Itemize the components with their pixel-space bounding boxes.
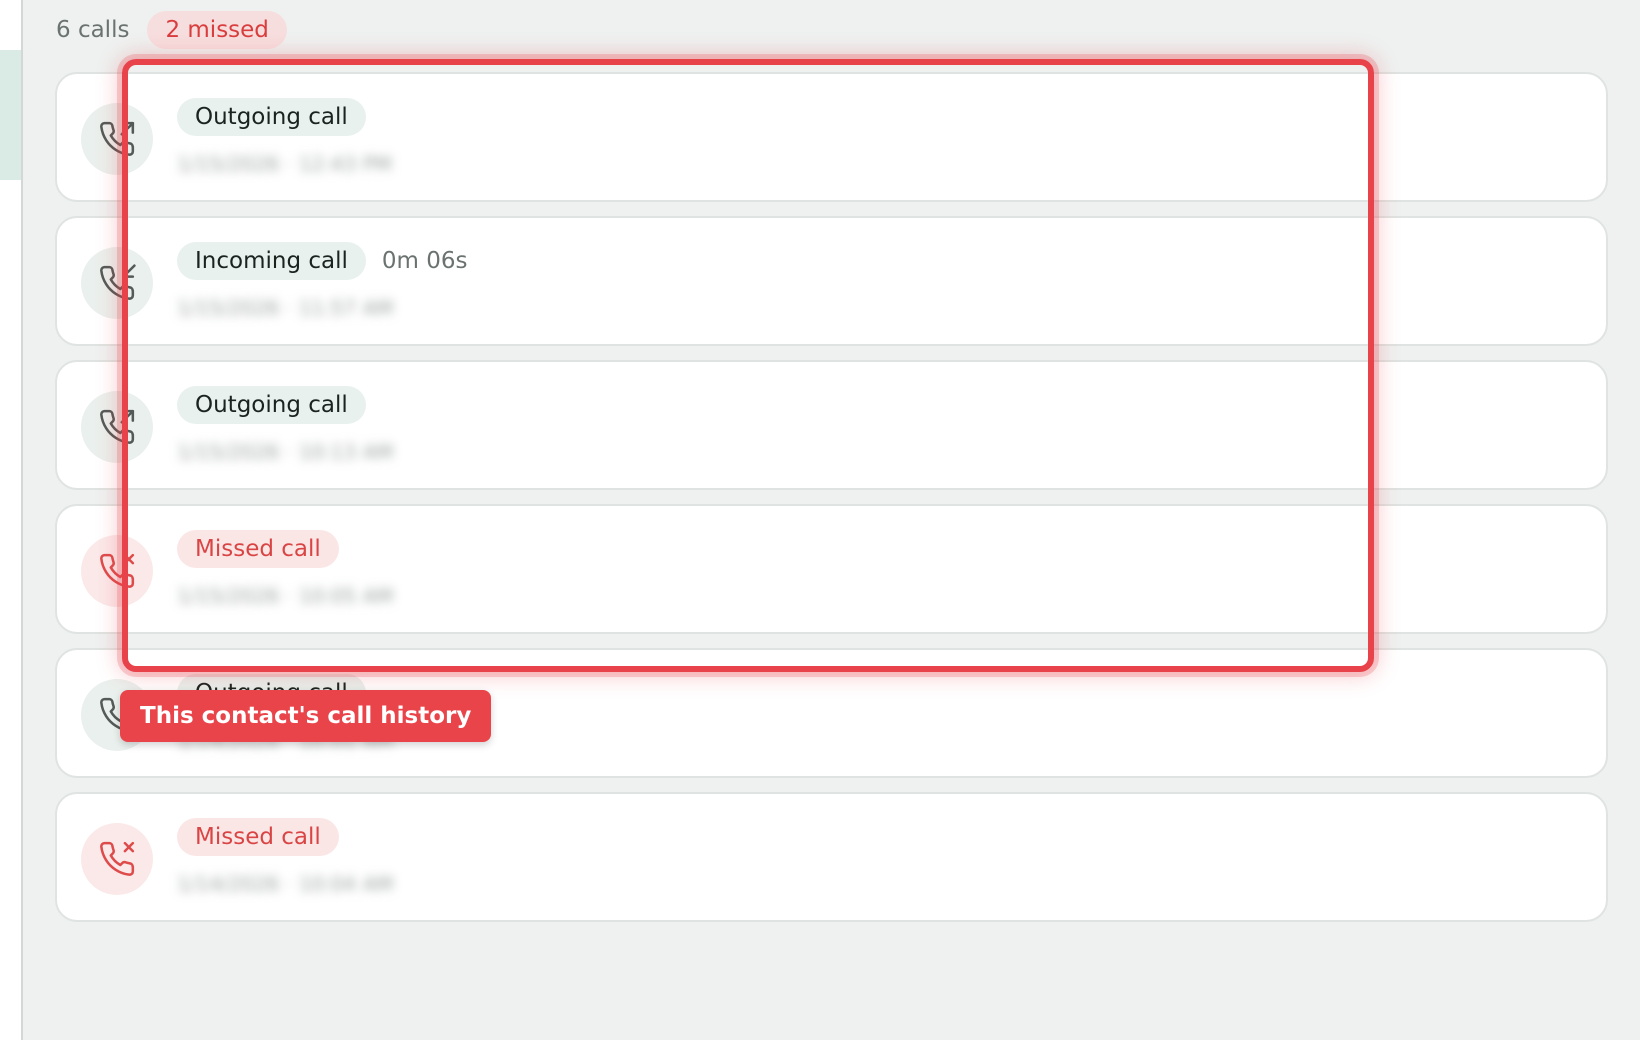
tour-tooltip: This contact's call history bbox=[120, 690, 492, 742]
call-summary: 6 calls 2 missed bbox=[56, 10, 287, 50]
call-count: 6 calls bbox=[56, 17, 130, 43]
tour-highlight-frame bbox=[122, 59, 1374, 672]
call-type-badge: Missed call bbox=[177, 818, 339, 856]
missed-count-badge[interactable]: 2 missed bbox=[147, 11, 287, 49]
left-rail-active-indicator bbox=[0, 50, 21, 180]
phone-missed-icon bbox=[81, 823, 153, 895]
call-timestamp: 1/14/2026 · 10:04 AM bbox=[177, 872, 394, 896]
left-rail bbox=[0, 0, 23, 1040]
call-history-item[interactable]: Missed call 1/14/2026 · 10:04 AM bbox=[55, 792, 1608, 922]
